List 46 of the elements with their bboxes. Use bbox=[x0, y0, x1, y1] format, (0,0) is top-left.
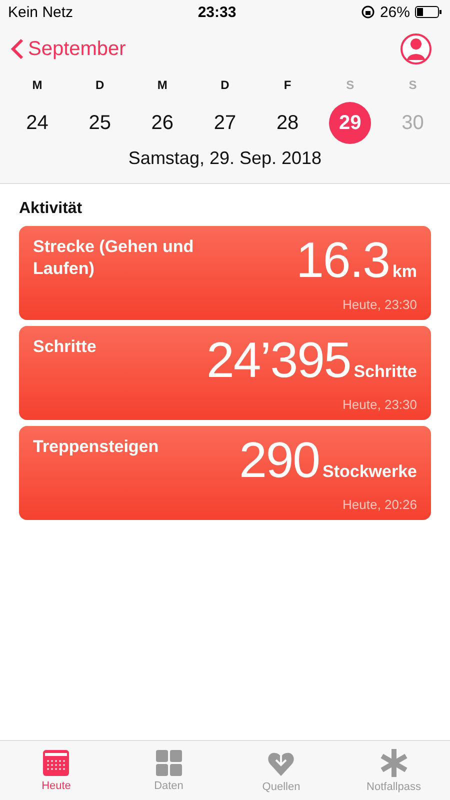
day-button[interactable]: 24 bbox=[16, 102, 58, 144]
weekday-label: D bbox=[220, 77, 230, 94]
day-button[interactable]: 28 bbox=[266, 102, 309, 144]
card-unit: km bbox=[392, 262, 417, 282]
card-value: 16.3 bbox=[296, 236, 390, 284]
back-button[interactable]: September bbox=[10, 38, 126, 60]
tab-bar-item[interactable]: Notfallpass bbox=[338, 741, 450, 800]
day-button[interactable]: 30 bbox=[392, 102, 434, 144]
weekday-label: M bbox=[156, 77, 168, 94]
weekday-label: M bbox=[31, 77, 44, 94]
day-button[interactable]: 26 bbox=[141, 102, 184, 144]
day-button[interactable]: 27 bbox=[204, 102, 246, 144]
day-button[interactable]: 29 bbox=[329, 102, 372, 144]
section-title: Aktivität bbox=[19, 200, 84, 218]
rotation-lock-icon bbox=[360, 5, 375, 19]
card-title: Treppensteigen bbox=[33, 436, 159, 458]
tab-bar-item[interactable]: Quellen bbox=[225, 741, 338, 800]
status-time: 23:33 bbox=[198, 4, 236, 20]
profile-icon[interactable] bbox=[400, 33, 432, 65]
asterisk-icon bbox=[380, 748, 408, 776]
weekday-label: D bbox=[94, 77, 106, 94]
day-button[interactable]: 25 bbox=[78, 102, 121, 144]
card-time: Heute, 23:30 bbox=[342, 397, 417, 412]
card-value: 290 bbox=[239, 436, 320, 484]
chevron-left-icon bbox=[10, 38, 24, 60]
carrier-text: Kein Netz bbox=[8, 4, 74, 20]
battery-icon bbox=[414, 6, 442, 18]
weekday-label: S bbox=[408, 77, 418, 94]
card-title: Strecke (Gehen und Laufen) bbox=[33, 236, 195, 280]
grid-icon bbox=[156, 750, 182, 776]
weekday-label: F bbox=[282, 77, 292, 94]
activity-card[interactable]: Treppensteigen 290 Stockwerke Heute, 20:26 bbox=[19, 426, 431, 520]
calendar-icon bbox=[43, 750, 70, 776]
battery-percent: 26% bbox=[380, 4, 410, 20]
card-time: Heute, 20:26 bbox=[342, 497, 417, 512]
card-time: Heute, 23:30 bbox=[342, 297, 417, 312]
card-title: Schritte bbox=[33, 336, 96, 358]
tab-bar-item[interactable]: Heute bbox=[0, 741, 112, 800]
card-unit: Stockwerke bbox=[322, 462, 417, 482]
activity-card[interactable]: Strecke (Gehen und Laufen) 16.3 km Heute, 23:30 bbox=[19, 226, 431, 320]
activity-card[interactable]: Schritte 24’395 Schritte Heute, 23:30 bbox=[19, 326, 431, 420]
card-value: 24’395 bbox=[206, 336, 351, 384]
selected-date: Samstag, 29. Sep. 2018 bbox=[127, 148, 323, 169]
tab-bar-item[interactable]: Daten bbox=[112, 741, 225, 800]
card-unit: Schritte bbox=[354, 362, 417, 382]
weekday-label: S bbox=[345, 77, 356, 94]
